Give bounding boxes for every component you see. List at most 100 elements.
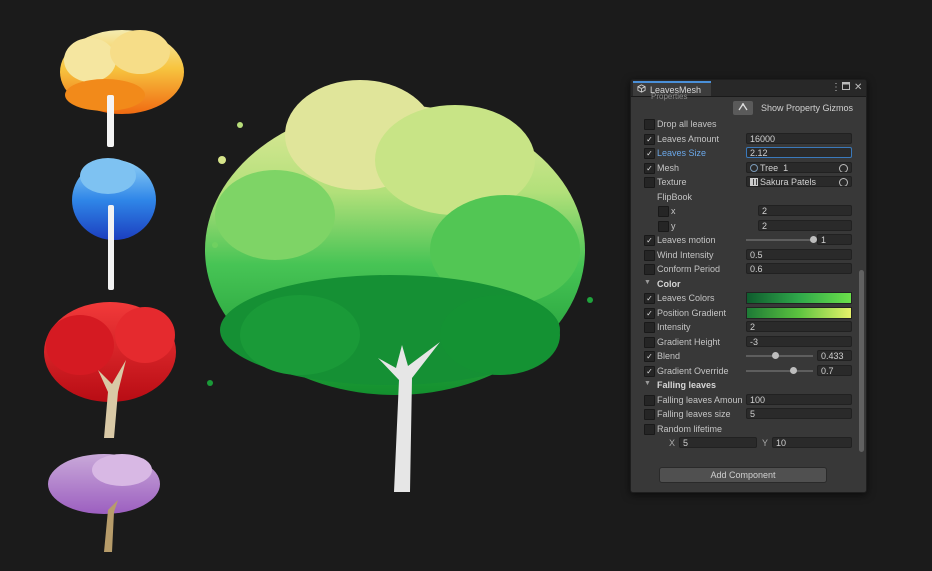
close-icon[interactable]: ✕: [854, 82, 862, 94]
wind-intensity-checkbox[interactable]: [644, 249, 655, 261]
texture-value: Sakura Patels: [760, 177, 817, 187]
lifetime-x-label: X: [669, 438, 676, 448]
row-flipbook: FlipBook: [631, 190, 866, 205]
conform-period-field[interactable]: 0.6: [746, 263, 852, 274]
blend-field[interactable]: 0.433: [817, 350, 852, 361]
leaves-amount-field[interactable]: 16000: [746, 132, 852, 144]
leaves-colors-gradient-field[interactable]: [746, 292, 852, 304]
gradient-override-slider[interactable]: [746, 366, 813, 374]
mesh-checkbox[interactable]: ✓: [644, 162, 655, 174]
leaves-amount-label: Leaves Amount: [657, 133, 720, 144]
gradient-override-field[interactable]: 0.7: [817, 364, 852, 376]
object-picker-icon[interactable]: [839, 178, 848, 186]
row-falling-leaves-section: ▼ Falling leaves: [631, 378, 866, 393]
falling-leaves-amount-field[interactable]: 100: [746, 393, 852, 405]
gradient-override-checkbox[interactable]: ✓: [644, 365, 655, 377]
intensity-checkbox[interactable]: [644, 322, 655, 333]
gradient-height-label: Gradient Height: [657, 336, 721, 347]
leaves-size-field[interactable]: 2.12: [746, 147, 852, 158]
properties-header: Properties: [651, 92, 688, 101]
color-section-label[interactable]: Color: [657, 279, 745, 289]
leaves-motion-slider-handle[interactable]: [810, 236, 817, 243]
row-color-section: ▼ Color: [631, 277, 866, 292]
lifetime-x-field[interactable]: 5: [679, 437, 757, 448]
foldout-arrow-icon[interactable]: ▼: [644, 380, 651, 387]
row-flipbook-x: x2: [631, 204, 866, 219]
leaves-size-checkbox[interactable]: ✓: [644, 148, 655, 159]
flipbook-x-field[interactable]: 2: [758, 205, 852, 216]
leaves-motion-label: Leaves motion: [657, 235, 716, 245]
purple-tree-icon: [48, 454, 160, 552]
row-falling-leaves-size: Falling leaves size 5: [631, 407, 866, 422]
intensity-label: Intensity: [657, 322, 691, 332]
flipbook-y-field[interactable]: 2: [758, 219, 852, 231]
blend-slider[interactable]: [746, 352, 813, 359]
conform-period-label: Conform Period: [657, 264, 721, 274]
position-gradient-gradient-field[interactable]: [746, 306, 852, 319]
row-leaves-amount: ✓ Leaves Amount 16000: [631, 132, 866, 147]
leaves-motion-checkbox[interactable]: ✓: [644, 235, 655, 246]
gradient-override-slider-handle[interactable]: [789, 366, 797, 374]
row-texture: Texture Sakura Patels: [631, 175, 866, 190]
leaves-motion-slider[interactable]: [746, 236, 817, 243]
gradient-height-checkbox[interactable]: [644, 336, 655, 348]
lifetime-y-field[interactable]: 10: [772, 437, 852, 448]
flipbook-y-label: y: [671, 220, 676, 231]
flipbook-x-label: x: [671, 206, 676, 216]
leaves-colors-label: Leaves Colors: [657, 293, 715, 303]
leaves-colors-checkbox[interactable]: ✓: [644, 293, 655, 304]
flipbook-x-checkbox[interactable]: [658, 206, 669, 217]
mesh-object-field[interactable]: Tree_1: [746, 161, 852, 173]
gizmo-icon: [738, 102, 748, 113]
blend-slider-handle[interactable]: [772, 352, 779, 359]
add-component-button[interactable]: Add Component: [659, 467, 827, 483]
row-position-gradient: ✓ Position Gradient: [631, 306, 866, 321]
foldout-arrow-icon[interactable]: ▼: [644, 279, 651, 286]
red-tree-icon: [44, 302, 176, 438]
kebab-menu-icon[interactable]: ⋮: [831, 82, 841, 94]
row-flipbook-y: y2: [631, 219, 866, 234]
row-leaves-size: ✓ Leaves Size 2.12: [631, 146, 866, 161]
row-lifetime-xy: X 5 Y 10: [631, 436, 866, 451]
row-falling-leaves-amount: Falling leaves Amoun 100: [631, 393, 866, 408]
maximize-icon[interactable]: [842, 82, 850, 94]
blend-checkbox[interactable]: ✓: [644, 351, 655, 362]
blue-tree-icon: [72, 158, 156, 290]
random-lifetime-label: Random lifetime: [657, 423, 723, 434]
mesh-value: Tree_1: [760, 162, 789, 173]
conform-period-checkbox[interactable]: [644, 264, 655, 275]
leaves-size-label: Leaves Size: [657, 148, 707, 158]
row-gradient-height: Gradient Height -3: [631, 335, 866, 350]
row-conform-period: Conform Period 0.6: [631, 262, 866, 277]
texture-checkbox[interactable]: [644, 177, 655, 188]
leaves-amount-checkbox[interactable]: ✓: [644, 133, 655, 145]
wind-intensity-label: Wind Intensity: [657, 249, 714, 260]
row-random-lifetime: Random lifetime: [631, 422, 866, 437]
gizmo-toggle-button[interactable]: [733, 101, 753, 115]
falling-leaves-size-field[interactable]: 5: [746, 408, 852, 419]
falling-leaves-section-label[interactable]: Falling leaves: [657, 380, 745, 390]
gradient-height-field[interactable]: -3: [746, 335, 852, 347]
object-picker-icon[interactable]: [839, 163, 848, 172]
wind-intensity-field[interactable]: 0.5: [746, 248, 852, 260]
blend-label: Blend: [657, 351, 681, 361]
random-lifetime-checkbox[interactable]: [644, 423, 655, 435]
intensity-field[interactable]: 2: [746, 321, 852, 332]
row-blend: ✓ Blend 0.433: [631, 349, 866, 364]
drop-all-leaves-checkbox[interactable]: [644, 119, 655, 130]
texture-icon: [750, 178, 758, 186]
row-drop-all-leaves: Drop all leaves: [631, 117, 866, 132]
property-list: Drop all leaves ✓ Leaves Amount 16000 ✓ Leave…: [631, 117, 866, 451]
position-gradient-label: Position Gradient: [657, 307, 727, 318]
gizmo-row: Properties Show Property Gizmos: [631, 92, 866, 117]
mesh-label: Mesh: [657, 162, 680, 173]
row-leaves-motion: ✓ Leaves motion 1: [631, 233, 866, 248]
falling-leaves-amount-checkbox[interactable]: [644, 394, 655, 406]
texture-object-field[interactable]: Sakura Patels: [746, 176, 852, 187]
flipbook-y-checkbox[interactable]: [658, 220, 669, 232]
falling-leaves-size-checkbox[interactable]: [644, 409, 655, 420]
position-gradient-checkbox[interactable]: ✓: [644, 307, 655, 319]
leaves-motion-field[interactable]: 1: [817, 234, 852, 245]
row-mesh: ✓ Mesh Tree_1: [631, 161, 866, 176]
scrollbar[interactable]: [859, 270, 864, 452]
